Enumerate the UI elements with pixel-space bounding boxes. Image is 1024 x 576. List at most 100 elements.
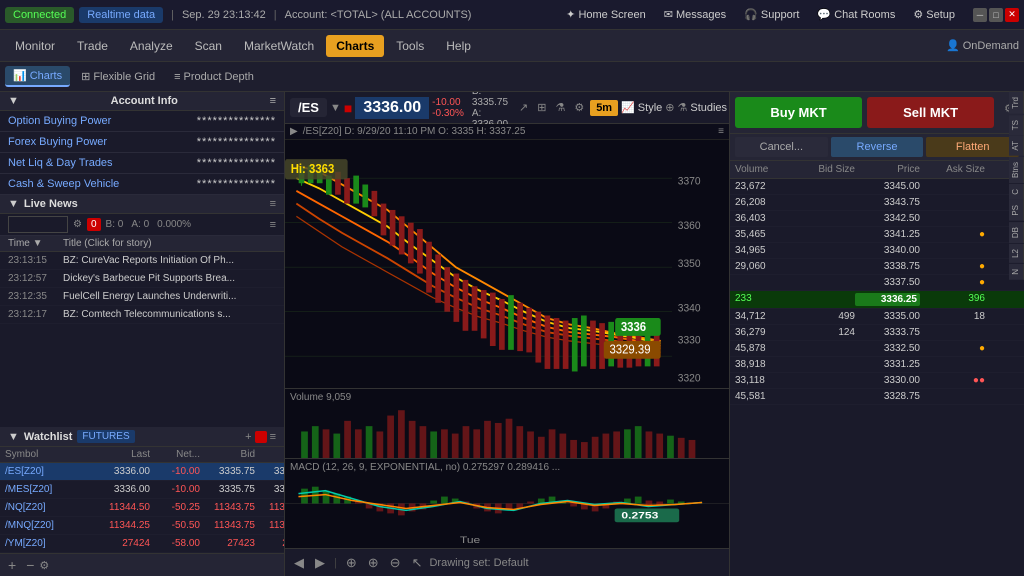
reverse-button[interactable]: Reverse: [831, 137, 924, 157]
news-row-3[interactable]: 23:12:17 BZ: Comtech Telecommunications …: [0, 306, 284, 324]
ob-row-12[interactable]: 33,118 3330.00 ●●: [730, 373, 1024, 389]
sub-charts-btn[interactable]: 📊 Charts: [5, 66, 70, 87]
chart-prev-icon[interactable]: ◀: [290, 553, 308, 573]
wl-net-0: -10.00: [150, 466, 200, 477]
wl-row-2[interactable]: /NQ[Z20] 11344.50 -50.25 11343.75 11344.…: [0, 499, 284, 517]
side-tab-db[interactable]: DB: [1009, 222, 1024, 243]
home-screen-btn[interactable]: ✦ Home Screen: [561, 6, 651, 23]
account-info-collapse-icon[interactable]: ▼: [8, 95, 19, 107]
side-tab-at[interactable]: AT: [1009, 136, 1024, 156]
news-filter-icon[interactable]: ≡: [270, 219, 276, 231]
chart-copy-icon[interactable]: ⊞: [534, 99, 549, 116]
ob-row-2[interactable]: 36,403 3342.50: [730, 211, 1024, 227]
side-tab-c[interactable]: C: [1009, 184, 1024, 200]
chart-next-icon[interactable]: ▶: [311, 553, 329, 573]
nav-marketwatch[interactable]: MarketWatch: [234, 35, 324, 57]
nav-scan[interactable]: Scan: [185, 35, 232, 57]
ob-row-11[interactable]: 38,918 3331.25: [730, 357, 1024, 373]
ob-row-6[interactable]: 3337.50 ●: [730, 275, 1024, 291]
sub-product-depth-btn[interactable]: ≡ Product Depth: [166, 68, 262, 86]
wl-row-4[interactable]: /YM[Z20] 27424 -58.00 27423 27425: [0, 535, 284, 553]
chart-studies-label[interactable]: Studies: [690, 102, 727, 114]
maximize-btn[interactable]: □: [989, 8, 1003, 22]
chart-cursor2-icon[interactable]: ↖: [408, 553, 427, 573]
left-add-icon[interactable]: +: [8, 557, 16, 573]
nav-help[interactable]: Help: [436, 35, 481, 57]
watchlist-collapse-icon[interactable]: ▼: [8, 431, 19, 443]
support-btn[interactable]: 🎧 Support: [739, 6, 804, 23]
buy-mkt-button[interactable]: Buy MKT: [735, 97, 862, 128]
messages-btn[interactable]: ✉ Messages: [659, 6, 731, 23]
left-minus-icon[interactable]: −: [26, 557, 34, 573]
minimize-btn[interactable]: ─: [973, 8, 987, 22]
chart-zoom-out-icon[interactable]: ⊖: [386, 553, 405, 573]
sell-mkt-button[interactable]: Sell MKT: [867, 97, 994, 128]
ob-row-0[interactable]: 23,672 3345.00: [730, 179, 1024, 195]
cancel-button[interactable]: Cancel...: [735, 137, 828, 157]
flatten-button[interactable]: Flatten: [926, 137, 1019, 157]
side-tab-btns[interactable]: Btns: [1009, 157, 1024, 183]
chart-expand-icon[interactable]: ▶: [290, 126, 298, 137]
chart-flask-icon[interactable]: ⚗: [552, 99, 568, 116]
nav-monitor[interactable]: Monitor: [5, 35, 65, 57]
cash-sweep-value: ***************: [197, 178, 276, 190]
nav-trade[interactable]: Trade: [67, 35, 118, 57]
chart-crosshair-icon[interactable]: ⊕: [342, 553, 361, 573]
chat-rooms-btn[interactable]: 💬 Chat Rooms: [812, 6, 900, 23]
news-row-1[interactable]: 23:12:57 Dickey's Barbecue Pit Supports …: [0, 270, 284, 288]
side-tab-ps[interactable]: PS: [1009, 200, 1024, 221]
wl-row-1[interactable]: /MES[Z20] 3336.00 -10.00 3335.75 3336.00: [0, 481, 284, 499]
side-tab-n[interactable]: N: [1009, 264, 1024, 280]
chart-timeframe-btn[interactable]: 5m: [590, 100, 618, 116]
ob-row-4[interactable]: 34,965 3340.00: [730, 243, 1024, 259]
news-search-input[interactable]: [8, 216, 68, 233]
news-row-0[interactable]: 23:13:15 BZ: CureVac Reports Initiation …: [0, 252, 284, 270]
ob-row-10[interactable]: 45,878 3332.50 ●: [730, 341, 1024, 357]
chart-symbol[interactable]: /ES: [290, 98, 327, 117]
chart-cursor-icon[interactable]: ⊕: [665, 101, 674, 114]
side-tab-ts[interactable]: TS: [1009, 115, 1024, 135]
nav-tools[interactable]: Tools: [386, 35, 434, 57]
connected-status[interactable]: Connected: [5, 7, 74, 23]
realtime-btn[interactable]: Realtime data: [79, 7, 163, 23]
close-btn[interactable]: ✕: [1005, 8, 1019, 22]
ob-row-13[interactable]: 45,581 3328.75: [730, 389, 1024, 405]
chart-style-icon[interactable]: 📈: [621, 101, 635, 114]
nav-charts[interactable]: Charts: [326, 35, 384, 57]
watchlist-add-icon[interactable]: +: [245, 431, 251, 443]
chart-zoom-in-icon[interactable]: ⊕: [364, 553, 383, 573]
side-tab-l2[interactable]: L2: [1009, 244, 1024, 263]
ob-bid-12: [795, 375, 855, 386]
wl-row-3[interactable]: /MNQ[Z20] 11344.25 -50.50 11343.75 11344…: [0, 517, 284, 535]
option-buying-power-label[interactable]: Option Buying Power: [8, 115, 111, 127]
nav-analyze[interactable]: Analyze: [120, 35, 183, 57]
setup-btn[interactable]: ⚙ Setup: [908, 6, 960, 23]
news-gear-icon[interactable]: ⚙: [73, 219, 82, 230]
chart-main-area[interactable]: Hi: 3363 3336 3329.39 3370 3360 3350 334…: [285, 140, 729, 388]
chart-settings-icon[interactable]: ⚙: [571, 99, 587, 116]
ob-row-3[interactable]: 35,465 3341.25 ●: [730, 227, 1024, 243]
chart-style-label[interactable]: Style: [638, 102, 662, 114]
ob-row-5[interactable]: 29,060 3338.75 ●: [730, 259, 1024, 275]
account-info-menu-icon[interactable]: ≡: [270, 95, 276, 107]
net-liq-label[interactable]: Net Liq & Day Trades: [8, 157, 113, 169]
forex-buying-power-label[interactable]: Forex Buying Power: [8, 136, 107, 148]
ob-row-1[interactable]: 26,208 3343.75: [730, 195, 1024, 211]
cash-sweep-label[interactable]: Cash & Sweep Vehicle: [8, 178, 119, 190]
ob-row-7[interactable]: 233 3336.25 396: [730, 291, 1024, 309]
side-tab-trd[interactable]: Trd: [1009, 92, 1024, 114]
ondemand-btn[interactable]: 👤 OnDemand: [946, 39, 1019, 52]
chart-info-menu[interactable]: ≡: [718, 126, 724, 137]
ob-row-9[interactable]: 36,279 124 3333.75: [730, 325, 1024, 341]
left-settings-icon[interactable]: ⚙: [39, 559, 49, 572]
chart-share-icon[interactable]: ↗: [516, 99, 531, 116]
watchlist-menu-icon[interactable]: ≡: [270, 431, 276, 443]
ob-row-8[interactable]: 34,712 499 3335.00 18: [730, 309, 1024, 325]
chart-symbol-dropdown[interactable]: ▼: [330, 102, 341, 114]
wl-row-0[interactable]: /ES[Z20] 3336.00 -10.00 3335.75 3336.00: [0, 463, 284, 481]
live-news-menu-icon[interactable]: ≡: [270, 198, 276, 210]
news-row-2[interactable]: 23:12:35 FuelCell Energy Launches Underw…: [0, 288, 284, 306]
chart-flask2-icon[interactable]: ⚗: [677, 101, 687, 114]
live-news-collapse-icon[interactable]: ▼: [8, 198, 19, 210]
sub-flexible-grid-btn[interactable]: ⊞ Flexible Grid: [73, 67, 163, 86]
